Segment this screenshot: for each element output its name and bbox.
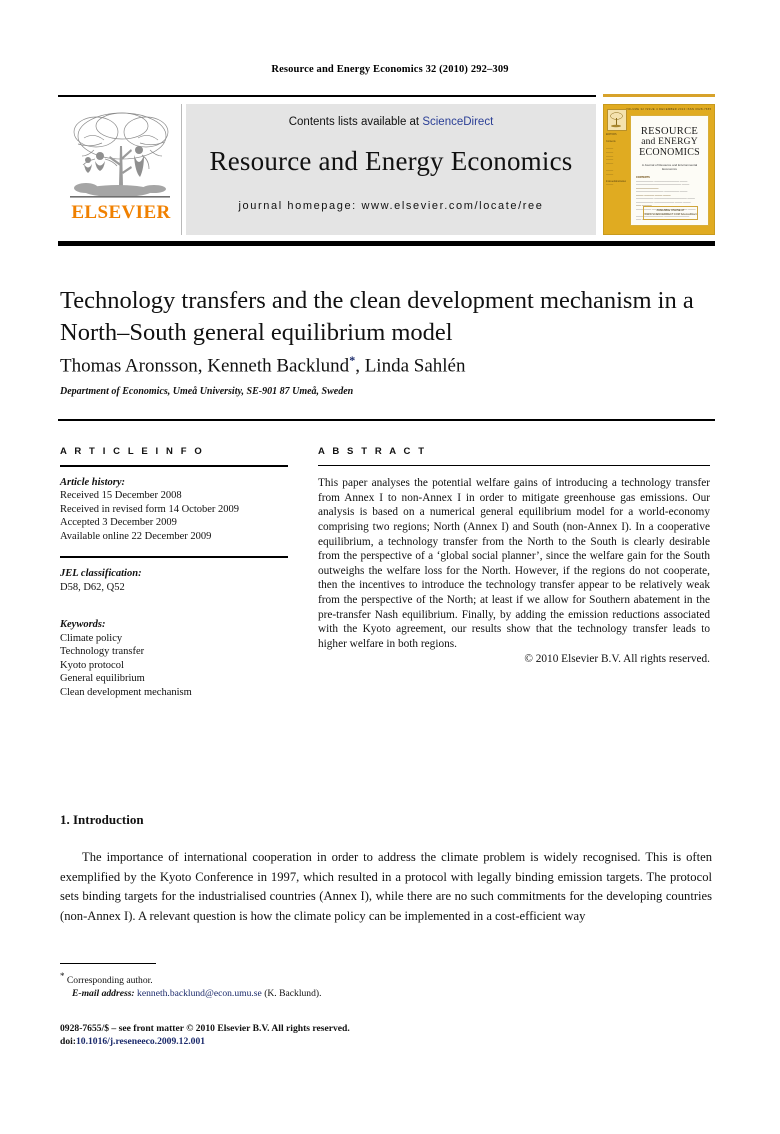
journal-name: Resource and Energy Economics xyxy=(209,146,573,176)
email-owner: (K. Backlund). xyxy=(264,988,322,1000)
keyword-item: General equilibrium xyxy=(60,673,145,685)
journal-cover-thumbnail[interactable]: VOLUME 32 ISSUE 4 DECEMBER 2010 ISSN 092… xyxy=(603,104,715,235)
author-affiliation: Department of Economics, Umeå University… xyxy=(60,386,354,397)
journal-article-first-page: Resource and Energy Economics 32 (2010) … xyxy=(0,0,780,1134)
body-paragraph: The importance of international cooperat… xyxy=(60,850,712,923)
cover-spine-text: EDITORS Contents ——— ——— ——— ——— ——— ———… xyxy=(606,133,626,187)
cover-inner-panel: RESOURCE and ENERGY ECONOMICS A Journal … xyxy=(630,115,709,226)
footnote-email-line: E-mail address: kenneth.backlund@econ.um… xyxy=(60,987,460,1000)
history-item: Available online 22 December 2009 xyxy=(60,530,212,542)
abstract-text: This paper analyses the potential welfar… xyxy=(318,477,710,650)
jel-classification: JEL classification: D58, D62, Q52 xyxy=(60,567,288,594)
jel-codes: D58, D62, Q52 xyxy=(60,581,125,593)
authors-text: Thomas Aronsson, Kenneth Backlund xyxy=(60,355,350,377)
article-history: Article history: Received 15 December 20… xyxy=(60,476,288,544)
history-item: Received 15 December 2008 xyxy=(60,490,182,502)
footnote-block: * Corresponding author. E-mail address: … xyxy=(60,970,460,1000)
history-item: Accepted 3 December 2009 xyxy=(60,517,177,529)
author-list: Thomas Aronsson, Kenneth Backlund*, Lind… xyxy=(60,353,700,377)
email-address-label: E-mail address: xyxy=(72,988,135,1000)
keywords-block: Keywords: Climate policy Technology tran… xyxy=(60,618,288,699)
journal-homepage-link[interactable]: journal homepage: www.elsevier.com/locat… xyxy=(186,200,596,212)
header-thick-rule xyxy=(58,241,715,246)
page-title: Technology transfers and the clean devel… xyxy=(60,287,694,346)
article-info-rule xyxy=(60,465,288,467)
doi-link[interactable]: 10.1016/j.reseneeco.2009.12.001 xyxy=(76,1036,205,1047)
elsevier-wordmark: ELSEVIER xyxy=(71,202,171,223)
footnote-corresponding-text: Corresponding author. xyxy=(66,975,153,987)
article-info-column: A R T I C L E I N F O Article history: R… xyxy=(60,446,288,699)
masthead-top-rule xyxy=(58,95,596,97)
issn-copyright-line: 0928-7655/$ – see front matter © 2010 El… xyxy=(60,1023,350,1034)
doi-label: doi: xyxy=(60,1036,76,1047)
contents-available-prefix: Contents lists available at xyxy=(288,116,423,128)
cover-title-line2: and ENERGY xyxy=(641,137,698,147)
abstract-column: A B S T R A C T This paper analyses the … xyxy=(318,446,710,665)
keywords-label: Keywords: xyxy=(60,619,106,631)
footer-issn-block: 0928-7655/$ – see front matter © 2010 El… xyxy=(60,1022,600,1048)
keyword-item: Kyoto protocol xyxy=(60,659,124,671)
section-heading-introduction: 1. Introduction xyxy=(60,812,144,827)
authors-text-tail: , Linda Sahlén xyxy=(355,355,466,377)
abstract-rule xyxy=(318,465,710,467)
abstract-copyright: © 2010 Elsevier B.V. All rights reserved… xyxy=(524,653,710,666)
keyword-item: Clean development mechanism xyxy=(60,686,192,698)
footnote-corresponding-author: * Corresponding author. xyxy=(60,970,460,987)
abstract-heading: A B S T R A C T xyxy=(318,446,427,457)
cover-title: RESOURCE and ENERGY ECONOMICS xyxy=(634,126,705,158)
cover-volume-line: VOLUME 32 ISSUE 4 DECEMBER 2010 ISSN 092… xyxy=(626,108,711,111)
cover-top-rule xyxy=(603,94,715,97)
cover-title-line3: ECONOMICS xyxy=(639,147,700,158)
footnote-rule xyxy=(60,963,156,965)
cover-title-line1: RESOURCE xyxy=(640,126,699,137)
jel-label: JEL classification: xyxy=(60,568,142,580)
article-info-heading: A R T I C L E I N F O xyxy=(60,446,205,457)
doi-line: doi:10.1016/j.reseneeco.2009.12.001 xyxy=(60,1035,600,1048)
cover-footer-note: AVAILABLE ONLINE AT WWW.SCIENCEDIRECT.CO… xyxy=(643,206,698,220)
keyword-item: Technology transfer xyxy=(60,646,145,658)
sciencedirect-link[interactable]: ScienceDirect xyxy=(422,116,493,128)
info-top-rule xyxy=(58,419,715,422)
elsevier-logo: ELSEVIER xyxy=(62,104,180,235)
email-link[interactable]: kenneth.backlund@econ.umu.se xyxy=(137,988,262,999)
running-head: Resource and Energy Economics 32 (2010) … xyxy=(271,64,509,75)
article-history-label: Article history: xyxy=(60,476,126,488)
footnote-star-icon: * xyxy=(60,971,65,981)
keyword-item: Climate policy xyxy=(60,632,123,644)
journal-masthead: Contents lists available at ScienceDirec… xyxy=(186,104,596,235)
elsevier-tree-icon xyxy=(70,112,170,198)
logo-divider xyxy=(181,104,182,235)
cover-subtitle: A Journal of Resource and Environmental … xyxy=(641,163,698,171)
cover-elsevier-mark xyxy=(607,109,627,131)
history-item: Received in revised form 14 October 2009 xyxy=(60,503,240,515)
jel-divider-rule xyxy=(60,556,288,559)
contents-available-line: Contents lists available at ScienceDirec… xyxy=(186,116,596,128)
cover-tree-icon xyxy=(610,112,623,128)
